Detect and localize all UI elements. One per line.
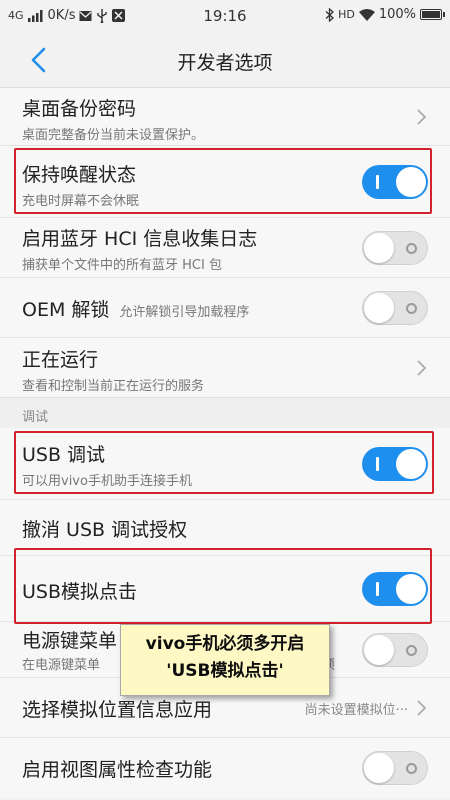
setting-title: 正在运行	[22, 349, 99, 371]
page-title: 开发者选项	[177, 52, 273, 74]
highlight-box-usb-sim-click	[14, 548, 432, 624]
oem-unlock-toggle[interactable]	[362, 291, 428, 325]
section-header-debug: 调试	[0, 398, 450, 428]
view-attr-toggle[interactable]	[362, 751, 428, 785]
chevron-right-icon	[417, 109, 427, 125]
power-menu-toggle[interactable]	[362, 633, 428, 667]
setting-bt-hci-log[interactable]: 启用蓝牙 HCI 信息收集日志 捕获单个文件中的所有蓝牙 HCI 包	[0, 218, 450, 278]
setting-value: 尚未设置模拟位···	[304, 703, 408, 718]
annotation-callout: vivo手机必须多开启 'USB模拟点击'	[120, 624, 330, 696]
setting-title: 撤消 USB 调试授权	[22, 519, 188, 541]
wifi-icon	[358, 8, 375, 21]
battery-icon	[420, 9, 445, 20]
section-label: 调试	[22, 410, 49, 425]
battery-percent: 100%	[378, 7, 416, 22]
status-bar: 4G 0K/s 19:16 HD 100%	[0, 0, 450, 32]
status-right: HD 100%	[325, 7, 445, 22]
highlight-box-usb-debug	[14, 431, 434, 494]
setting-view-attribute-inspection[interactable]: 启用视图属性检查功能	[0, 738, 450, 798]
annotation-line-1: vivo手机必须多开启	[145, 634, 305, 654]
title-bar: 开发者选项	[0, 32, 450, 88]
setting-oem-unlock[interactable]: OEM 解锁 允许解锁引导加载程序	[0, 278, 450, 338]
setting-title: 选择模拟位置信息应用	[22, 699, 213, 721]
setting-title: 启用视图属性检查功能	[22, 759, 213, 781]
setting-title: 桌面备份密码	[22, 98, 137, 120]
setting-title: 电源键菜单	[22, 630, 118, 652]
setting-subtitle: 查看和控制当前正在运行的服务	[22, 379, 205, 394]
setting-subtitle: 捕获单个文件中的所有蓝牙 HCI 包	[22, 258, 222, 273]
chevron-right-icon	[417, 360, 427, 376]
hd-label: HD	[338, 8, 355, 21]
chevron-right-icon	[417, 700, 427, 716]
bt-hci-toggle[interactable]	[362, 231, 428, 265]
setting-running-services[interactable]: 正在运行 查看和控制当前正在运行的服务	[0, 338, 450, 398]
oem-title: OEM 解锁	[22, 299, 110, 321]
setting-title: 启用蓝牙 HCI 信息收集日志	[22, 228, 258, 250]
setting-subtitle: 桌面完整备份当前未设置保护。	[22, 128, 205, 143]
highlight-box-stay-awake	[14, 148, 432, 214]
setting-subtitle: 在电源键菜单	[22, 658, 101, 673]
annotation-line-2: 'USB模拟点击'	[166, 661, 284, 681]
setting-backup-password[interactable]: 桌面备份密码 桌面完整备份当前未设置保护。	[0, 88, 450, 146]
setting-title: OEM 解锁 允许解锁引导加载程序	[22, 295, 249, 322]
bluetooth-icon	[325, 7, 335, 22]
setting-subtitle: 允许解锁引导加载程序	[119, 305, 250, 320]
